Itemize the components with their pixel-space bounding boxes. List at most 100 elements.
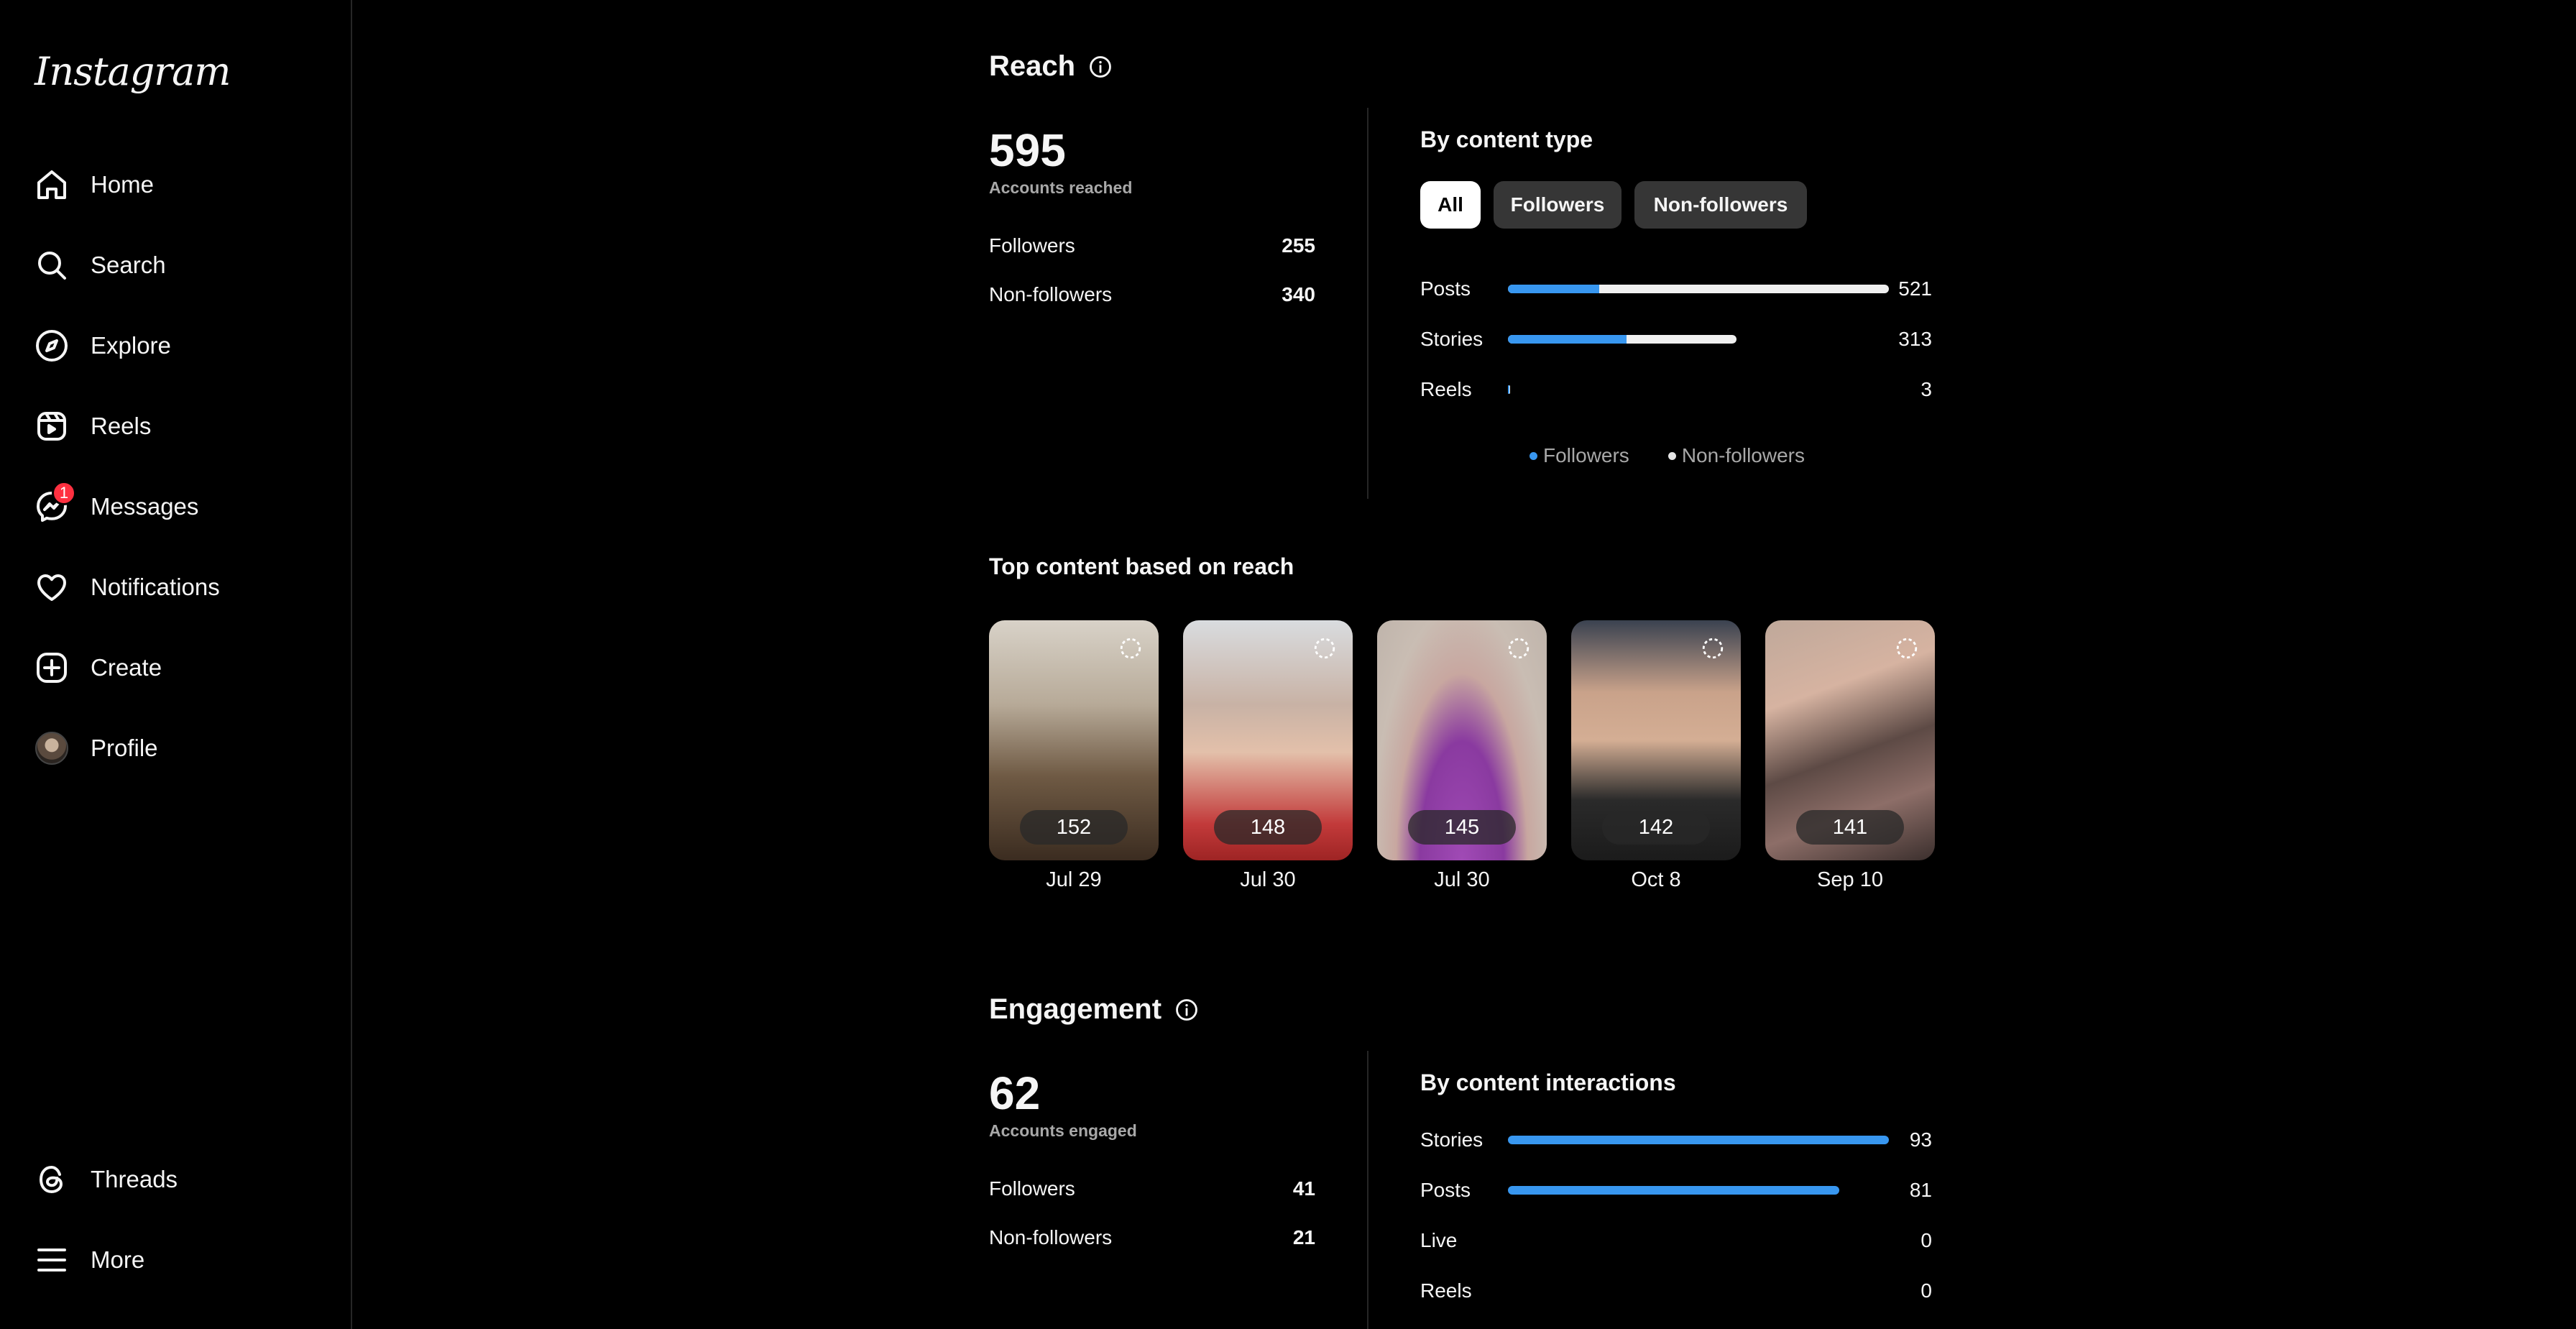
- by-content-type-title: By content type: [1420, 127, 1593, 152]
- thumb-date: Jul 29: [1046, 868, 1102, 891]
- engagement-total-label: Accounts engaged: [989, 1121, 1137, 1140]
- bar-value: 3: [1920, 378, 1932, 400]
- legend-dot: [1530, 451, 1537, 460]
- reach-nonfollowers-row: Non-followers 340: [989, 283, 1315, 306]
- top-content-title: Top content based on reach: [989, 553, 1294, 579]
- value: 340: [1282, 283, 1315, 305]
- nav-label: Create: [91, 654, 162, 681]
- nav-label: Explore: [91, 332, 171, 359]
- nav-home[interactable]: Home: [17, 150, 334, 219]
- label: Followers: [989, 234, 1075, 257]
- bar-row-live: Live 0: [1420, 1226, 1932, 1255]
- nav-search[interactable]: Search: [17, 231, 334, 300]
- legend-nonfollowers: Non-followers: [1668, 444, 1805, 467]
- filter-followers-chip[interactable]: Followers: [1494, 181, 1622, 229]
- bar-label: Posts: [1420, 277, 1471, 300]
- info-icon[interactable]: [1088, 55, 1113, 79]
- bar-track: [1508, 285, 1889, 293]
- loading-ring-icon: [1120, 638, 1141, 659]
- bar-label: Posts: [1420, 1179, 1471, 1201]
- reach-count-pill: 152: [1020, 810, 1128, 845]
- avatar-icon: [17, 714, 86, 783]
- nav-profile[interactable]: Profile: [17, 714, 334, 783]
- top-content-thumb-1[interactable]: 152: [989, 620, 1159, 860]
- bar-followers-segment: [1508, 285, 1599, 293]
- search-icon: [17, 231, 86, 300]
- bar-track: [1508, 1236, 1889, 1245]
- nav-label: Threads: [91, 1166, 178, 1192]
- nav-more[interactable]: More: [17, 1225, 334, 1294]
- nav-label: Search: [91, 252, 166, 278]
- bar-segment: [1508, 1186, 1839, 1195]
- loading-ring-icon: [1314, 638, 1335, 659]
- bar-track: [1508, 1186, 1889, 1195]
- bar-segment: [1508, 1136, 1889, 1144]
- thumb-date: Sep 10: [1817, 868, 1883, 891]
- top-content-thumb-5[interactable]: 141: [1765, 620, 1935, 860]
- avatar: [35, 732, 68, 765]
- reach-count-pill: 148: [1214, 810, 1322, 845]
- divider: [1367, 108, 1368, 499]
- label: Non-followers: [989, 283, 1113, 305]
- top-content-thumb-3[interactable]: 145: [1377, 620, 1547, 860]
- threads-icon: [17, 1145, 86, 1214]
- instagram-logo[interactable]: Instagram: [34, 49, 231, 94]
- top-content-thumb-2[interactable]: 148: [1183, 620, 1353, 860]
- value: 21: [1292, 1226, 1315, 1248]
- legend-dot: [1668, 451, 1676, 460]
- bar-value: 313: [1898, 328, 1932, 350]
- nav-label: Home: [91, 171, 155, 198]
- bar-row-posts: Posts 81: [1420, 1176, 1932, 1205]
- reach-count-pill: 145: [1408, 810, 1516, 845]
- reach-total: 595: [989, 124, 1066, 176]
- nav-label: Notifications: [91, 574, 220, 600]
- engagement-followers-row: Followers 41: [989, 1177, 1315, 1200]
- filter-all-chip[interactable]: All: [1420, 181, 1481, 229]
- menu-icon: [17, 1225, 86, 1294]
- messenger-icon: 1: [17, 472, 86, 541]
- reach-title-text: Reach: [989, 50, 1076, 82]
- unread-badge: 1: [52, 481, 76, 505]
- by-content-interactions-title: By content interactions: [1420, 1070, 1676, 1095]
- reach-total-label: Accounts reached: [989, 178, 1133, 197]
- bar-track: [1508, 335, 1889, 344]
- bar-label: Stories: [1420, 1128, 1484, 1151]
- bar-row-stories: Stories 313: [1420, 325, 1932, 354]
- thumb-date: Jul 30: [1434, 868, 1490, 891]
- engagement-nonfollowers-row: Non-followers 21: [989, 1226, 1315, 1249]
- heart-icon: [17, 553, 86, 622]
- bar-row-posts: Posts 521: [1420, 275, 1932, 303]
- legend-label: Followers: [1543, 444, 1629, 466]
- nav-notifications[interactable]: Notifications: [17, 553, 334, 622]
- bar-value: 0: [1920, 1279, 1932, 1302]
- reach-title: Reach: [989, 50, 1113, 83]
- nav-label: Reels: [91, 413, 152, 439]
- nav-label: Messages: [91, 493, 199, 520]
- nav-threads[interactable]: Threads: [17, 1145, 334, 1214]
- bar-value: 521: [1898, 277, 1932, 300]
- filter-nonfollowers-chip[interactable]: Non-followers: [1634, 181, 1807, 229]
- reach-count-pill: 141: [1796, 810, 1904, 845]
- info-icon[interactable]: [1174, 998, 1199, 1022]
- thumb-date: Oct 8: [1631, 868, 1681, 891]
- reach-legend: Followers Non-followers: [1530, 444, 1805, 467]
- nav-create[interactable]: Create: [17, 633, 334, 702]
- loading-ring-icon: [1896, 638, 1918, 659]
- reach-count-pill: 142: [1602, 810, 1710, 845]
- nav-explore[interactable]: Explore: [17, 311, 334, 380]
- bar-label: Reels: [1420, 1279, 1472, 1302]
- nav-label: Profile: [91, 735, 158, 761]
- label: Followers: [989, 1177, 1075, 1200]
- bar-track: [1508, 1287, 1889, 1295]
- bar-value: 0: [1920, 1229, 1932, 1251]
- legend-followers: Followers: [1530, 444, 1629, 467]
- reach-followers-row: Followers 255: [989, 234, 1315, 257]
- bar-value: 81: [1909, 1179, 1932, 1201]
- bar-followers-segment: [1508, 335, 1627, 344]
- home-icon: [17, 150, 86, 219]
- nav-reels[interactable]: Reels: [17, 392, 334, 461]
- top-content-thumb-4[interactable]: 142: [1571, 620, 1741, 860]
- nav-messages[interactable]: 1 Messages: [17, 472, 334, 541]
- bar-label: Stories: [1420, 328, 1484, 350]
- bar-value: 93: [1909, 1128, 1932, 1151]
